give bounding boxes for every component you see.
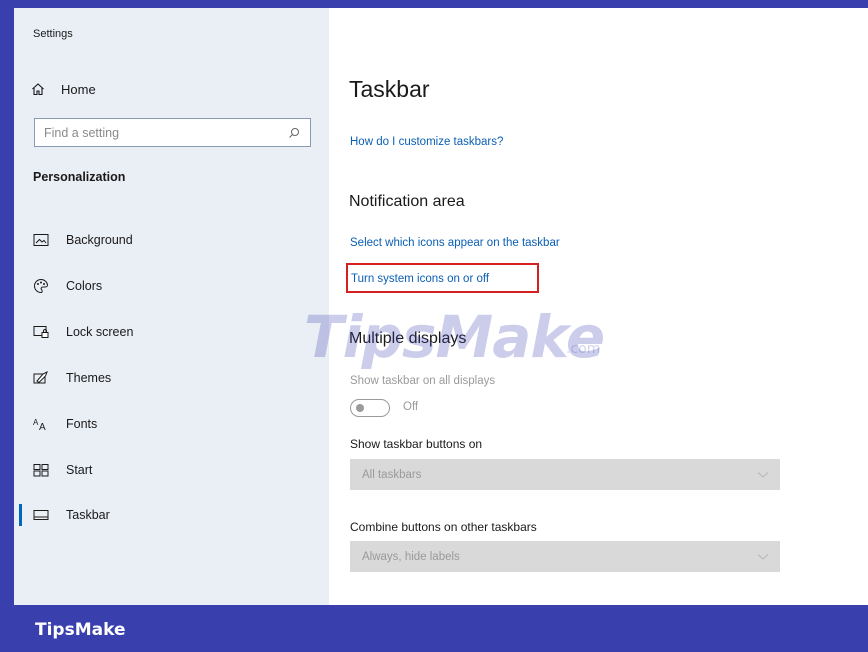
nav-home-label: Home: [61, 81, 96, 97]
search-icon[interactable]: [286, 125, 302, 141]
section-title: Personalization: [33, 170, 126, 184]
sidebar-item-label: Fonts: [66, 417, 98, 431]
search-input[interactable]: [44, 125, 286, 140]
sidebar-item-colors[interactable]: Colors: [14, 272, 329, 300]
sidebar-item-start[interactable]: Start: [14, 456, 329, 484]
page-title: Taskbar: [349, 76, 430, 102]
sidebar-item-label: Background: [66, 233, 133, 247]
start-icon: [32, 461, 50, 479]
show-buttons-label: Show taskbar buttons on: [350, 437, 483, 451]
select-icons-link[interactable]: Select which icons appear on the taskbar: [350, 237, 560, 249]
footer-brand: TipsMake: [35, 620, 126, 640]
search-box[interactable]: [34, 118, 311, 147]
multiple-displays-heading: Multiple displays: [349, 330, 467, 347]
chevron-down-icon: [756, 468, 770, 482]
chevron-down-icon: [756, 550, 770, 564]
customize-taskbars-link[interactable]: How do I customize taskbars?: [350, 136, 503, 148]
svg-text:A: A: [39, 422, 46, 431]
footer-banner: TipsMake: [0, 605, 868, 652]
selected-indicator: [19, 504, 22, 526]
settings-window: Settings Home Personalization Background: [14, 8, 868, 605]
sidebar-item-fonts[interactable]: AA Fonts: [14, 410, 329, 438]
window-title: Settings: [33, 28, 73, 40]
show-buttons-dropdown[interactable]: All taskbars: [350, 459, 780, 490]
frame-top-border: [0, 0, 868, 8]
sidebar-item-label: Taskbar: [66, 508, 110, 522]
notification-area-heading: Notification area: [349, 193, 465, 210]
palette-icon: [32, 277, 50, 295]
lock-screen-icon: [32, 323, 50, 341]
combine-buttons-dropdown[interactable]: Always, hide labels: [350, 541, 780, 572]
sidebar-item-themes[interactable]: Themes: [14, 364, 329, 392]
fonts-icon: AA: [32, 415, 50, 433]
toggle-knob: [356, 403, 364, 412]
sidebar-item-label: Start: [66, 463, 93, 477]
dropdown-value: All taskbars: [362, 468, 422, 481]
sidebar-item-label: Themes: [66, 371, 112, 385]
sidebar-item-lock-screen[interactable]: Lock screen: [14, 318, 329, 346]
home-icon: [29, 80, 47, 98]
combine-buttons-label: Combine buttons on other taskbars: [350, 520, 537, 534]
taskbar-icon: [32, 506, 50, 524]
sidebar-item-label: Lock screen: [66, 325, 134, 339]
sidebar: Settings Home Personalization Background: [14, 8, 329, 605]
sidebar-item-label: Colors: [66, 279, 103, 293]
main-content: Taskbar How do I customize taskbars? Not…: [329, 8, 868, 605]
frame-left-border: [0, 0, 14, 605]
toggle-state-label: Off: [403, 401, 419, 413]
nav-home[interactable]: Home: [29, 78, 96, 100]
themes-icon: [32, 369, 50, 387]
dropdown-value: Always, hide labels: [362, 550, 460, 563]
show-all-displays-label: Show taskbar on all displays: [350, 375, 496, 387]
system-icons-link[interactable]: Turn system icons on or off: [351, 273, 489, 285]
sidebar-item-background[interactable]: Background: [14, 226, 329, 254]
show-all-displays-toggle[interactable]: [350, 399, 390, 417]
sidebar-item-taskbar[interactable]: Taskbar: [14, 501, 329, 529]
background-icon: [32, 231, 50, 249]
